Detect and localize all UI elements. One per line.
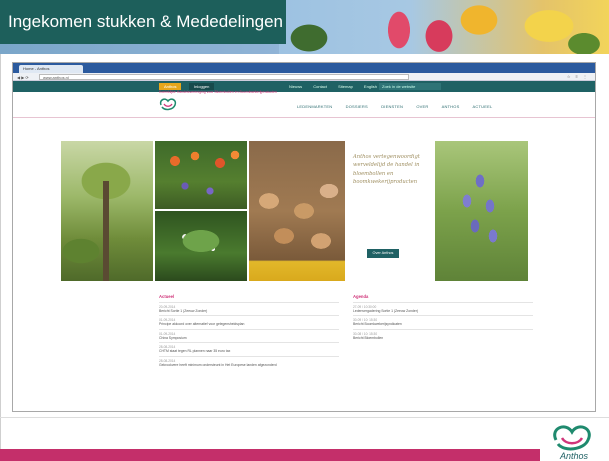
agenda-item[interactable]: 30-08 / 10: 15:30 Bericht Bloembollen — [353, 328, 533, 342]
agenda-column: Agenda 27-09 / 10:30:00 Ledenvergadering … — [353, 294, 533, 342]
over-anthos-button[interactable]: Over Anthos — [367, 249, 399, 258]
browser-toolbar: ◀ ▶ ⟳ www.anthos.nl ☆ ≡ ⋮ — [13, 73, 595, 81]
tulips-photo — [155, 141, 247, 209]
news-heading: Actueel — [159, 294, 175, 299]
pill-anthos[interactable]: Anthos — [159, 83, 182, 90]
news-column: Actueel 20-09-2014 Bericht Sortie 1 (Zeeu… — [159, 294, 339, 369]
news-title[interactable]: Gekrookvere heeft minimum ondersteunt in… — [159, 363, 339, 367]
site-tagline: Koninklijke Handelsvereniging voor Bloem… — [159, 90, 277, 94]
news-title[interactable]: China Symposium — [159, 336, 339, 340]
agenda-item[interactable]: 27-09 / 10:30:00 Ledenvergadering Sortie … — [353, 302, 533, 315]
news-title[interactable]: Bericht Sortie 1 (Zeeuw Zonder) — [159, 309, 339, 313]
anthos-logo-icon[interactable] — [157, 96, 179, 114]
hero-quote: Anthos vertegenwoordigt werveldelijd de … — [353, 154, 420, 185]
search-input[interactable]: Zoek in de website — [379, 83, 441, 90]
toolbar-icons[interactable]: ☆ ≡ ⋮ — [567, 74, 589, 79]
nav-buttons[interactable]: ◀ ▶ ⟳ — [17, 75, 29, 80]
website-screenshot: Home - Anthos ◀ ▶ ⟳ www.anthos.nl ☆ ≡ ⋮ … — [12, 62, 596, 412]
main-menu: LEDENMARKTEN DOSSIERS DIENSTEN OVER ANTH… — [297, 104, 492, 109]
agenda-item[interactable]: 30-09 / 10: 15:30 Bericht Boomkwekerijsyn… — [353, 315, 533, 328]
news-title[interactable]: Principe akkoord over alternatief voor g… — [159, 322, 339, 326]
title-banner: Ingekomen stukken & Mededelingen — [0, 0, 609, 54]
pill-login[interactable]: Inloggen — [189, 83, 215, 90]
site-header: LEDENMARKTEN DOSSIERS DIENSTEN OVER ANTH… — [13, 92, 595, 118]
left-rule — [0, 54, 1, 449]
bottom-color-bar — [0, 449, 540, 461]
agenda-title[interactable]: Bericht Bloembollen — [353, 336, 533, 340]
top-links[interactable]: Nieuws Contact Sitemap English — [289, 83, 377, 90]
anthos-corner-logo-icon: Anthos — [553, 425, 591, 461]
browser-titlebar: Home - Anthos — [13, 63, 595, 73]
agenda-heading: Agenda — [353, 294, 369, 299]
corner-logo-text: Anthos — [559, 451, 589, 461]
tree-photo — [61, 141, 153, 281]
camassia-photo — [435, 141, 528, 281]
presentation-slide: Ingekomen stukken & Mededelingen Home - … — [0, 0, 609, 461]
browser-tab[interactable]: Home - Anthos — [19, 65, 83, 73]
address-bar[interactable]: www.anthos.nl — [39, 74, 409, 80]
news-item[interactable]: 28-08-2014 CHTM staat tegen RL plannen na… — [159, 342, 339, 355]
agenda-title[interactable]: Ledenvergadering Sortie 1 (Zeeuw Zonder) — [353, 309, 533, 313]
slide-title: Ingekomen stukken & Mededelingen — [0, 0, 286, 44]
menu-item-actueel[interactable]: ACTUEEL — [473, 104, 493, 109]
news-item[interactable]: 01-09-2014 China Symposium — [159, 328, 339, 342]
bulbs-photo — [249, 141, 345, 281]
menu-item-dossiers[interactable]: DOSSIERS — [346, 104, 368, 109]
menu-item-over-anthos[interactable]: OVER ANTHOS — [416, 104, 459, 109]
news-title[interactable]: CHTM staat tegen RL plannen naar 35 euro… — [159, 349, 339, 353]
menu-item-ledenmarkten[interactable]: LEDENMARKTEN — [297, 104, 332, 109]
shrub-photo — [155, 211, 247, 281]
news-item[interactable]: 28-08-2014 Gekrookvere heeft minimum onde… — [159, 355, 339, 369]
hero-text-card: Anthos vertegenwoordigt werveldelijd de … — [347, 141, 435, 281]
news-item[interactable]: 20-09-2014 Bericht Sortie 1 (Zeeuw Zonder… — [159, 302, 339, 315]
news-item[interactable]: 01-09-2014 Principe akkoord over alternat… — [159, 315, 339, 328]
hero-images: Anthos vertegenwoordigt werveldelijd de … — [61, 141, 531, 281]
site-top-bar: Anthos Inloggen Nieuws Contact Sitemap E… — [13, 81, 595, 92]
menu-item-diensten[interactable]: DIENSTEN — [381, 104, 403, 109]
flower-banner-image — [279, 0, 609, 54]
footer-rule — [0, 417, 609, 418]
agenda-title[interactable]: Bericht Boomkwekerijsyndicaten — [353, 322, 533, 326]
